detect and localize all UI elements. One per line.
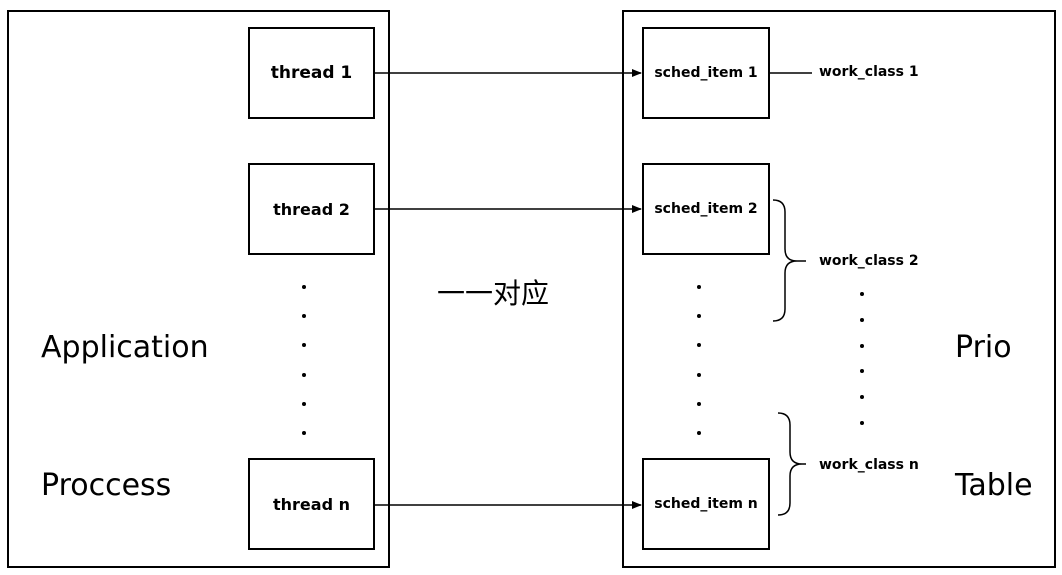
- brace-work-class-n: [777, 412, 806, 516]
- brace-work-class-2: [772, 199, 806, 322]
- connector-layer: [375, 69, 812, 516]
